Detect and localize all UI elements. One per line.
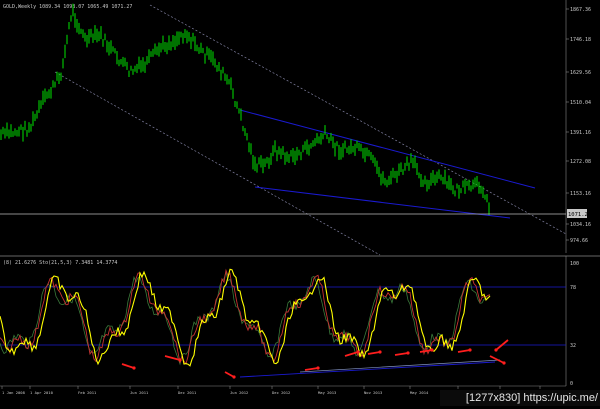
arrow-head <box>430 348 434 352</box>
price-tick-label: 1034.16 <box>570 222 591 228</box>
oscillator-support-line <box>239 361 496 378</box>
time-tick-label: Jun 2012 <box>230 390 248 395</box>
price-tick-label: 1746.18 <box>570 37 591 43</box>
price-tick-label: 1391.16 <box>570 130 591 136</box>
stochastic-main-line <box>0 268 491 367</box>
arrow-icon <box>121 363 135 369</box>
wedge-lower-line <box>254 186 511 219</box>
oscillator-support-line <box>299 359 501 373</box>
time-tick-label: May 2013 <box>318 390 336 395</box>
time-tick-label: 1 Jan 2008 <box>2 390 26 395</box>
price-tick-label: 1272.08 <box>570 159 591 165</box>
price-tick-label: 1510.04 <box>570 100 591 106</box>
arrow-head <box>356 350 360 354</box>
arrow-head <box>132 366 136 370</box>
price-tick-label: 1153.16 <box>570 191 591 197</box>
time-tick-label: Nov 2013 <box>364 390 382 395</box>
arrow-head <box>468 348 472 352</box>
arrow-icon <box>457 349 471 353</box>
arrow-icon <box>419 349 433 353</box>
watermark[interactable]: [1277x830] https://upic.me/ <box>440 390 600 406</box>
trading-chart: GOLD,Weekly 1089.34 1098.07 1065.49 1071… <box>0 0 600 395</box>
price-tick-label: 1867.36 <box>570 7 591 13</box>
time-tick-label: Dec 2011 <box>178 390 197 395</box>
arrow-icon <box>304 367 319 371</box>
indicator-axis: 100 78 32 0 <box>570 261 579 387</box>
stochastic-alt-line <box>0 270 491 366</box>
indicator-tick-label: 78 <box>570 285 576 291</box>
time-tick-label: Jun 2011 <box>130 390 149 395</box>
arrow-icon <box>394 352 409 356</box>
price-tick-label: 1629.56 <box>570 70 591 76</box>
arrow-head <box>232 375 236 379</box>
indicator-pane: (8) 21.6276 Sto(21,5,3) 7.3481 14.3774 1… <box>0 256 579 387</box>
arrow-icon <box>367 351 381 355</box>
arrow-head <box>502 361 506 365</box>
time-tick-label: May 2014 <box>410 390 429 395</box>
candlestick-series <box>0 3 490 215</box>
arrow-head <box>494 348 498 352</box>
arrow-head <box>406 351 410 355</box>
wedge-upper-line <box>239 109 536 189</box>
arrow-head <box>316 366 320 370</box>
time-tick-label: 1 Apr 2010 <box>30 390 54 395</box>
arrow-head <box>378 350 382 354</box>
current-price-label: 1071.27 <box>568 212 591 218</box>
price-tick-label: 974.66 <box>570 238 588 244</box>
time-tick-label: Dec 2012 <box>272 390 290 395</box>
trend-channel-lines <box>54 4 567 256</box>
indicator-tick-label: 32 <box>570 343 576 349</box>
price-pane: GOLD,Weekly 1089.34 1098.07 1065.49 1071… <box>0 0 591 256</box>
dotted-channel-lower <box>54 71 381 256</box>
stochastic-series <box>0 268 501 378</box>
arrow-head <box>178 358 182 362</box>
indicator-tick-label: 100 <box>570 261 579 267</box>
symbol-header: GOLD,Weekly 1089.34 1098.07 1065.49 1071… <box>3 4 132 10</box>
indicator-header: (8) 21.6276 Sto(21,5,3) 7.3481 14.3774 <box>3 260 117 266</box>
price-axis: 1867.36 1746.18 1629.56 1510.04 1391.16 1272.… <box>566 7 591 244</box>
time-tick-label: Feb 2011 <box>78 390 97 395</box>
indicator-tick-label: 0 <box>570 381 573 387</box>
